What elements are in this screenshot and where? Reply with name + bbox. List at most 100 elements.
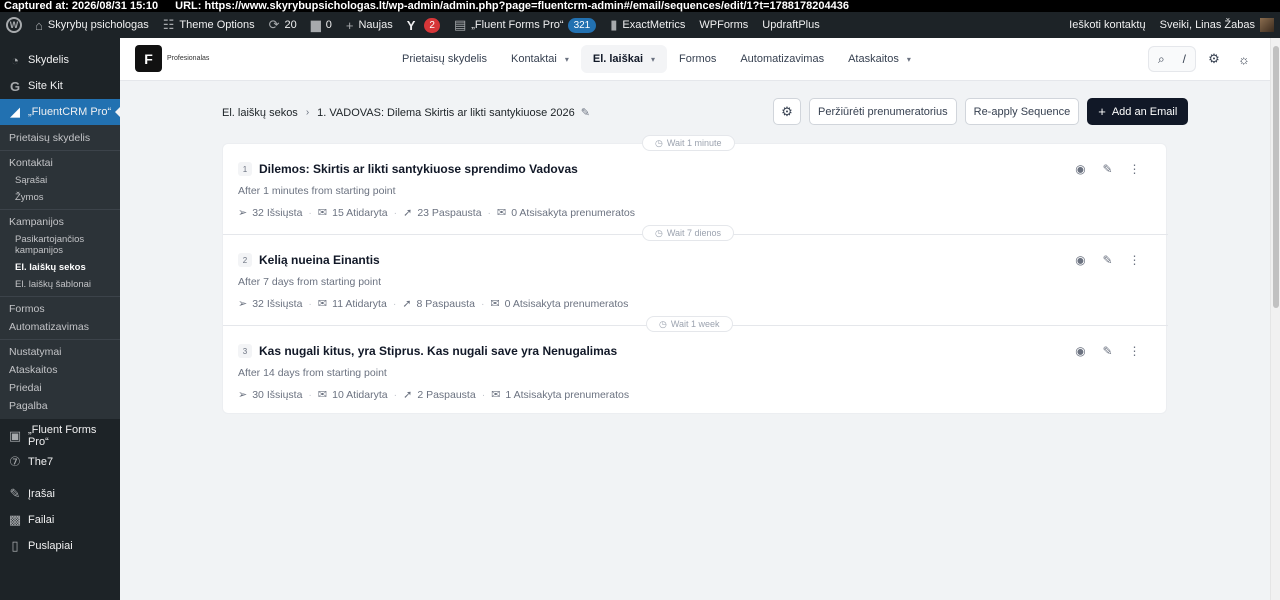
submenu-settings[interactable]: Nustatymai xyxy=(0,343,120,361)
cursor-click-icon: ➚ xyxy=(403,389,413,401)
edit-pencil-icon[interactable]: ✎ xyxy=(1094,162,1121,176)
send-icon: ➢ xyxy=(238,298,248,310)
submenu-tags[interactable]: Žymos xyxy=(0,189,120,206)
more-vertical-icon[interactable]: ⋮ xyxy=(1121,253,1148,267)
updates-link[interactable]: ⟳ 20 xyxy=(262,12,304,38)
submenu-addons[interactable]: Priedai xyxy=(0,379,120,397)
edit-pencil-icon[interactable]: ✎ xyxy=(1094,344,1121,358)
submenu-automations[interactable]: Automatizavimas xyxy=(0,318,120,336)
new-content-link[interactable]: + Naujas xyxy=(339,12,400,38)
eye-icon[interactable]: ◉ xyxy=(1067,344,1094,358)
submenu-dashboard[interactable]: Prietaisų skydelis xyxy=(0,129,120,147)
send-icon: ➢ xyxy=(238,207,248,219)
eye-icon[interactable]: ◉ xyxy=(1067,253,1094,267)
wait-pill: ◷ Wait 1 week xyxy=(646,316,733,332)
scroll-thumb[interactable] xyxy=(1273,46,1279,308)
exactmetrics-link[interactable]: ▮ ExactMetrics xyxy=(603,12,692,38)
view-subscribers-button[interactable]: Peržiūrėti prenumeratorius xyxy=(809,98,957,125)
avatar xyxy=(1260,18,1274,32)
stat-clicked: ➚ 2 Paspausta xyxy=(403,388,476,402)
theme-options-link[interactable]: ☷ Theme Options xyxy=(156,12,262,38)
stat-sent: ➢ 32 Išsiųsta xyxy=(238,297,303,311)
page-scrollbar[interactable] xyxy=(1270,38,1280,600)
fluent-forms-icon: ▤ xyxy=(453,17,467,32)
breadcrumb-parent[interactable]: El. laiškų sekos xyxy=(222,107,298,119)
sequence-email-row[interactable]: 2 Kelią nueina Einantis After 7 days fro… xyxy=(223,234,1168,324)
sidebar-item-fluentforms[interactable]: ▣ „Fluent Forms Pro“ xyxy=(0,423,120,449)
stat-clicked: ➚ 8 Paspausta xyxy=(402,297,475,311)
sidebar-item-sitekit[interactable]: G Site Kit xyxy=(0,73,120,99)
envelope-icon: ✉ xyxy=(497,207,507,219)
yoast-icon: Y xyxy=(406,17,416,33)
row-actions: ◉ ✎ ⋮ xyxy=(1067,344,1148,358)
nav-contacts[interactable]: Kontaktai ▾ xyxy=(499,45,581,73)
email-delay: After 1 minutes from starting point xyxy=(238,185,396,197)
submenu-campaigns[interactable]: Kampanijos xyxy=(0,213,120,231)
submenu-help[interactable]: Pagalba xyxy=(0,397,120,415)
nav-automations[interactable]: Automatizavimas xyxy=(728,45,836,73)
submenu-templates[interactable]: El. laiškų šablonai xyxy=(0,276,120,293)
submenu-contacts[interactable]: Kontaktai xyxy=(0,154,120,172)
separator-dot: · xyxy=(481,388,486,401)
sidebar-item-dashboard[interactable]: ◔ Skydelis xyxy=(0,47,120,73)
divider xyxy=(0,296,120,297)
submenu-sequences[interactable]: El. laiškų sekos xyxy=(0,259,120,276)
account-menu[interactable]: Sveiki, Linas Žabas xyxy=(1153,12,1280,38)
comments-link[interactable]: ▆ 0 xyxy=(304,12,339,38)
sequence-emails-card: 1 Dilemos: Skirtis ar likti santykiuose … xyxy=(222,143,1168,415)
more-vertical-icon[interactable]: ⋮ xyxy=(1121,344,1148,358)
fluent-forms-link[interactable]: ▤ „Fluent Forms Pro“ 321 xyxy=(447,12,603,38)
submenu-reports[interactable]: Ataskaitos xyxy=(0,361,120,379)
email-title[interactable]: Kelią nueina Einantis xyxy=(259,253,380,267)
row-actions: ◉ ✎ ⋮ xyxy=(1067,162,1148,176)
sequence-settings-button[interactable]: ⚙ xyxy=(773,98,801,125)
edit-pencil-icon[interactable]: ✎ xyxy=(1094,253,1121,267)
submenu-forms[interactable]: Formos xyxy=(0,300,120,318)
wp-logo-menu[interactable]: W xyxy=(0,12,28,38)
edit-pencil-icon[interactable]: ✎ xyxy=(581,106,590,119)
sidebar-item-pages[interactable]: ▯ Puslapiai xyxy=(0,533,120,559)
email-stats: ➢ 32 Išsiųsta · ✉ 15 Atidaryta · ➚ 23 Paspa… xyxy=(238,206,635,220)
sequence-email-row[interactable]: 3 Kas nugali kitus, yra Stiprus. Kas nug… xyxy=(223,325,1168,415)
fluentcrm-logo-icon[interactable]: F xyxy=(135,45,162,72)
nav-reports[interactable]: Ataskaitos ▾ xyxy=(836,45,923,73)
email-title[interactable]: Kas nugali kitus, yra Stiprus. Kas nugal… xyxy=(259,344,617,358)
yoast-link[interactable]: Y2 xyxy=(400,12,447,38)
google-icon: G xyxy=(9,78,21,94)
more-vertical-icon[interactable]: ⋮ xyxy=(1121,162,1148,176)
site-name-link[interactable]: ⌂ Skyrybų psichologas xyxy=(28,12,156,38)
settings-gear-icon[interactable]: ⚙ xyxy=(1202,46,1226,72)
email-title[interactable]: Dilemos: Skirtis ar likti santykiuose sp… xyxy=(259,162,578,176)
search-contacts-link[interactable]: Ieškoti kontaktų xyxy=(1062,12,1152,38)
chevron-down-icon: ▾ xyxy=(906,54,911,64)
sidebar-item-fluentcrm[interactable]: ◢ „FluentCRM Pro“ xyxy=(0,99,121,125)
search-button[interactable]: ⌕ / xyxy=(1148,46,1196,72)
divider xyxy=(0,150,120,151)
divider xyxy=(0,339,120,340)
sidebar-item-posts[interactable]: ✎ Įrašai xyxy=(0,481,120,507)
header-tools: ⌕ / ⚙ ☼ xyxy=(1148,46,1256,72)
separator-dot: · xyxy=(308,206,312,219)
theme-sun-icon[interactable]: ☼ xyxy=(1232,46,1256,72)
add-email-button[interactable]: + Add an Email xyxy=(1087,98,1189,125)
search-icon: ⌕ xyxy=(1157,51,1165,66)
nav-emails[interactable]: El. laiškai ▾ xyxy=(580,45,668,73)
stat-clicked: ➚ 23 Paspausta xyxy=(403,206,482,220)
sidebar-item-media[interactable]: ▩ Failai xyxy=(0,507,120,533)
nav-forms[interactable]: Formos xyxy=(667,45,728,73)
sidebar-item-the7[interactable]: ⑦ The7 xyxy=(0,449,120,475)
wpforms-link[interactable]: WPForms xyxy=(692,12,755,38)
separator-dot: · xyxy=(393,206,398,219)
eye-icon[interactable]: ◉ xyxy=(1067,162,1094,176)
page-icon: ▯ xyxy=(11,538,19,553)
sequence-email-row[interactable]: 1 Dilemos: Skirtis ar likti santykiuose … xyxy=(223,144,1168,234)
nav-dashboard[interactable]: Prietaisų skydelis xyxy=(390,45,499,73)
submenu-recurring[interactable]: Pasikartojančios kampanijos xyxy=(0,231,120,259)
fluent-forms-icon: ▣ xyxy=(8,428,22,443)
reapply-sequence-button[interactable]: Re-apply Sequence xyxy=(964,98,1080,125)
separator-dot: · xyxy=(480,297,485,310)
updraftplus-link[interactable]: UpdraftPlus xyxy=(755,12,826,38)
submenu-lists[interactable]: Sąrašai xyxy=(0,172,120,189)
chevron-right-icon: › xyxy=(305,107,310,118)
gear-icon: ⚙ xyxy=(781,103,793,119)
